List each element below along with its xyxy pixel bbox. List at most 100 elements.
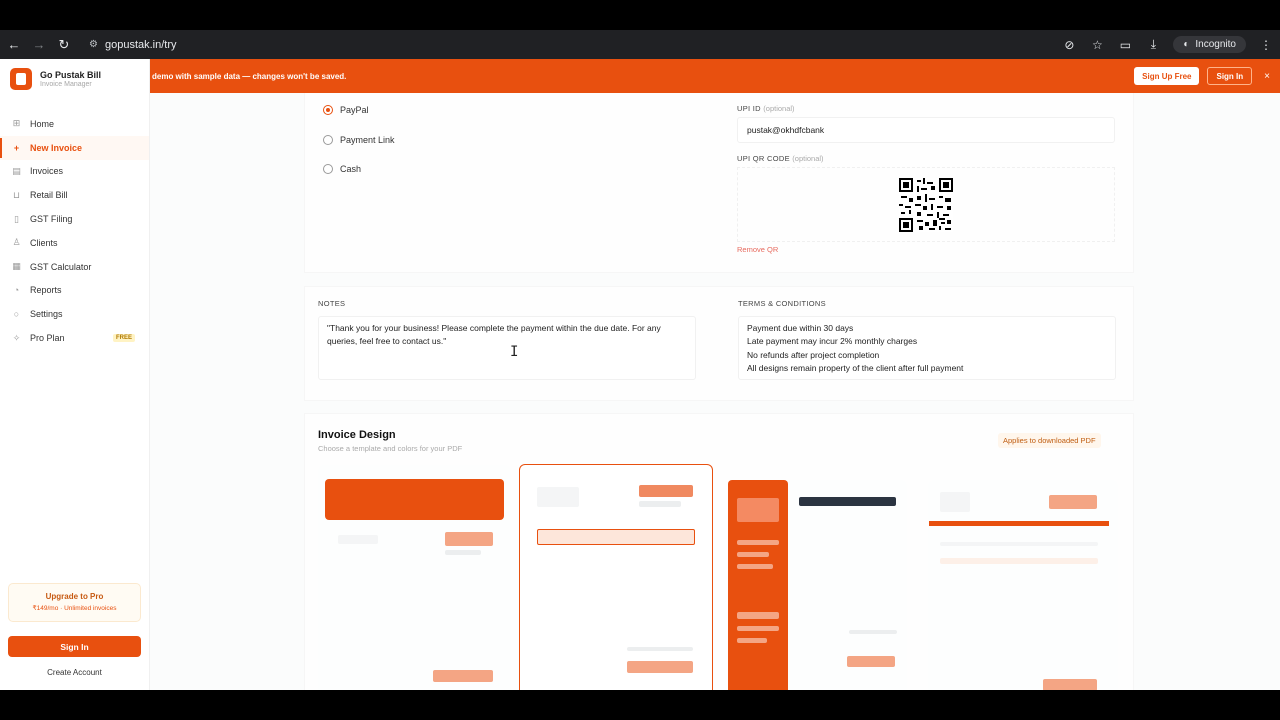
upgrade-subtitle: ₹149/mo · Unlimited invoices [32, 605, 117, 612]
banner-message: demo with sample data — changes won't be… [152, 71, 347, 81]
sidebar-item-gst-calculator[interactable]: ▦ GST Calculator [0, 255, 149, 279]
terms-line: No refunds after project completion [747, 349, 880, 360]
main-content: PayPal Payment Link Cash UPI ID (optiona… [150, 93, 1280, 690]
demo-banner: demo with sample data — changes won't be… [150, 59, 1280, 93]
optional-hint: (optional) [763, 104, 795, 113]
remove-qr-link[interactable]: Remove QR [737, 245, 778, 254]
template-rule [929, 521, 1109, 526]
template-accent-block [639, 485, 693, 497]
notes-textarea[interactable]: "Thank you for your business! Please com… [318, 316, 696, 380]
sidebar-item-settings[interactable]: ○ Settings [0, 302, 149, 326]
invoice-design-title: Invoice Design [318, 429, 396, 441]
brand-name: Go Pustak Bill [40, 70, 102, 80]
sign-in-button[interactable]: Sign In [8, 636, 141, 657]
browser-toolbar: ← → ↻ ⚙ gopustak.in/try ⊘ ☆ ▭ ⤓ ◐ Incogn… [0, 30, 1280, 59]
close-icon[interactable]: × [1264, 71, 1270, 82]
banner-sign-in-button[interactable]: Sign In [1207, 67, 1253, 85]
create-account-link[interactable]: Create Account [8, 663, 141, 681]
sidebar-item-label: Settings [30, 309, 63, 320]
template-option-1[interactable] [318, 465, 511, 690]
template-block [737, 552, 769, 557]
invoice-design-subtitle: Choose a template and colors for your PD… [318, 444, 463, 453]
sidebar-item-new-invoice[interactable]: + New Invoice [0, 135, 149, 160]
template-block [737, 498, 779, 522]
user-icon: ♙ [12, 237, 21, 248]
sidebar-item-pro-plan[interactable]: ✧ Pro Plan FREE [0, 326, 149, 350]
sidebar-item-label: New Invoice [30, 142, 83, 153]
payment-method-label: Cash [340, 164, 362, 174]
optional-hint: (optional) [792, 154, 824, 163]
reload-icon[interactable]: ↻ [53, 34, 75, 56]
more-icon[interactable]: ⋮ [1258, 38, 1274, 52]
payment-method-label: Payment Link [340, 135, 395, 145]
sidebar-item-clients[interactable]: ♙ Clients [0, 231, 149, 255]
payment-method-label: PayPal [340, 105, 369, 115]
brand[interactable]: Go Pustak Bill Invoice Manager [0, 59, 149, 99]
back-icon[interactable]: ← [3, 34, 25, 56]
sidebar-item-label: Retail Bill [30, 190, 68, 201]
site-info-icon[interactable]: ⚙ [89, 39, 98, 50]
template-block [737, 626, 779, 631]
template-accent-block [847, 656, 895, 667]
payment-method-cash[interactable]: Cash [323, 164, 361, 174]
upgrade-card[interactable]: Upgrade to Pro ₹149/mo · Unlimited invoi… [8, 583, 141, 622]
url-text: gopustak.in/try [104, 38, 177, 51]
screen: ← → ↻ ⚙ gopustak.in/try ⊘ ☆ ▭ ⤓ ◐ Incogn… [0, 0, 1280, 720]
star-icon[interactable]: ☆ [1089, 38, 1105, 52]
template-block [849, 630, 897, 634]
radio-icon [323, 164, 333, 174]
template-accent-block [1043, 679, 1097, 690]
sidebar-item-label: Home [30, 118, 55, 129]
sidebar-item-label: Reports [30, 285, 62, 296]
sidebar-item-label: Clients [30, 237, 58, 248]
free-badge: FREE [112, 334, 135, 343]
letterbox-top [0, 0, 1280, 30]
template-option-2[interactable] [519, 464, 713, 690]
template-block [737, 540, 779, 545]
grid-icon: ⊞ [12, 118, 21, 129]
sidebar-item-invoices[interactable]: ▤ Invoices [0, 160, 149, 184]
brand-logo-icon [10, 68, 32, 90]
sidebar-item-home[interactable]: ⊞ Home [0, 112, 149, 136]
terms-textarea[interactable]: Payment due within 30 days Late payment … [738, 316, 1116, 380]
sidebar-item-reports[interactable]: ◔ Reports [0, 279, 149, 303]
sidebar-item-retail-bill[interactable]: ⊔ Retail Bill [0, 183, 149, 207]
sidebar-item-label: Invoices [30, 166, 64, 177]
payment-method-paypal[interactable]: PayPal [323, 105, 369, 115]
sidebar-item-label: GST Filing [30, 214, 73, 225]
text-cursor-icon: I [510, 344, 519, 360]
terms-label: TERMS & CONDITIONS [738, 299, 826, 308]
forward-icon[interactable]: → [28, 34, 50, 56]
template-option-4[interactable] [928, 480, 1118, 690]
upi-id-label: UPI ID (optional) [737, 104, 795, 113]
sign-up-free-button[interactable]: Sign Up Free [1134, 67, 1200, 85]
template-block [737, 638, 767, 643]
template-block [940, 558, 1098, 564]
download-icon[interactable]: ⤓ [1145, 37, 1161, 52]
letterbox-bottom [0, 690, 1280, 720]
sidebar-item-gst-filing[interactable]: ▯ GST Filing [0, 207, 149, 231]
incognito-badge[interactable]: ◐ Incognito [1173, 36, 1246, 53]
template-accent-block [433, 670, 493, 682]
template-option-3[interactable] [727, 480, 907, 690]
address-bar[interactable]: ⚙ gopustak.in/try [81, 34, 185, 56]
upi-qr-label-text: UPI QR CODE [737, 154, 790, 163]
cart-icon: ⊔ [12, 189, 21, 200]
app: Go Pustak Bill Invoice Manager ⊞ Home + Ne… [0, 59, 1280, 690]
upi-id-value: pustak@okhdfcbank [747, 125, 825, 135]
brand-subtitle: Invoice Manager [40, 81, 92, 88]
radio-icon [323, 105, 333, 115]
upi-id-input[interactable]: pustak@okhdfcbank [737, 117, 1115, 143]
terms-line: Late payment may incur 2% monthly charge… [747, 336, 918, 347]
template-dark-bar [799, 497, 896, 506]
applies-badge: Applies to downloaded PDF [998, 433, 1101, 448]
eye-off-icon[interactable]: ⊘ [1061, 38, 1077, 52]
template-accent-block [445, 532, 493, 546]
pie-icon: ◔ [13, 285, 20, 296]
template-block [639, 501, 681, 507]
template-block [940, 492, 970, 512]
cast-icon[interactable]: ▭ [1117, 38, 1133, 52]
template-row-highlight [537, 529, 695, 545]
payment-method-payment-link[interactable]: Payment Link [323, 135, 395, 145]
terms-line: All designs remain property of the clien… [747, 362, 964, 373]
